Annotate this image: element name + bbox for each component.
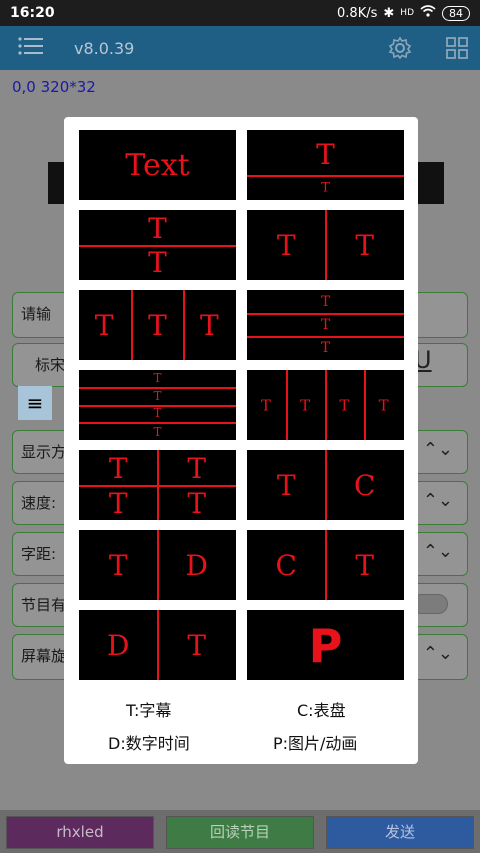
signal-icon: HD bbox=[400, 8, 414, 18]
layout-tile-d-t[interactable]: D T bbox=[79, 610, 236, 680]
grid-icon[interactable] bbox=[446, 37, 468, 63]
coords-readout: 0,0 320*32 bbox=[12, 78, 96, 96]
tile-letter: T bbox=[320, 293, 331, 310]
tile-letter: T bbox=[339, 396, 350, 415]
tile-letter: T bbox=[320, 317, 331, 333]
tile-letter: T bbox=[378, 396, 389, 415]
tile-letter: T bbox=[153, 388, 162, 403]
row-label: 屏幕旋 bbox=[21, 647, 67, 665]
tile-letter: T bbox=[276, 229, 296, 263]
tile-divider bbox=[247, 336, 404, 338]
chevron-updown-icon: ⌃⌄ bbox=[422, 541, 453, 562]
tile-letter: T bbox=[199, 309, 219, 343]
tile-letter: D bbox=[107, 629, 130, 663]
tile-divider bbox=[325, 450, 327, 520]
row-label: 标宋 bbox=[35, 356, 66, 374]
tile-divider bbox=[157, 610, 159, 680]
layout-tile-t-top-large[interactable]: T T bbox=[247, 130, 404, 200]
layout-tile-p[interactable]: P bbox=[247, 610, 404, 680]
tile-divider bbox=[157, 450, 159, 520]
align-left-icon[interactable]: ≡ bbox=[18, 386, 52, 420]
status-indicators: 0.8K/s ✱ HD 84 bbox=[337, 5, 470, 21]
row-label: 字距: bbox=[21, 545, 57, 563]
tile-letter: T bbox=[148, 246, 167, 280]
tile-letter: T bbox=[108, 486, 128, 520]
tile-letter: D bbox=[185, 549, 208, 583]
layout-tile-t-two-cols[interactable]: T T bbox=[247, 210, 404, 280]
layout-tile-text[interactable]: Text bbox=[79, 130, 236, 200]
rhxled-button[interactable]: rhxled bbox=[6, 816, 154, 849]
tile-letter: C bbox=[275, 549, 297, 583]
layout-tile-t-three-cols[interactable]: T T T bbox=[79, 290, 236, 360]
app-title: v8.0.39 bbox=[74, 38, 135, 58]
gear-icon[interactable] bbox=[388, 36, 412, 64]
tile-letter: T bbox=[187, 629, 207, 663]
menu-icon[interactable] bbox=[18, 37, 46, 59]
tile-divider bbox=[247, 175, 404, 177]
read-back-button[interactable]: 回读节目 bbox=[166, 816, 314, 849]
row-label: 速度: bbox=[21, 494, 57, 512]
tile-letter: T bbox=[187, 451, 207, 485]
tile-letter: T bbox=[316, 137, 335, 171]
tile-letter: T bbox=[108, 549, 128, 583]
tile-letter: T bbox=[153, 424, 162, 439]
chevron-updown-icon: ⌃⌄ bbox=[422, 643, 453, 664]
tile-divider bbox=[325, 530, 327, 600]
battery-icon: 84 bbox=[442, 5, 470, 21]
tile-letter: T bbox=[355, 549, 375, 583]
tile-letter: T bbox=[148, 309, 167, 343]
layout-tile-t-two-rows[interactable]: T T bbox=[79, 210, 236, 280]
tile-divider bbox=[183, 290, 185, 360]
bluetooth-icon: ✱ bbox=[383, 5, 395, 21]
tile-divider bbox=[364, 370, 366, 440]
tile-text-label: Text bbox=[125, 148, 190, 184]
tile-letter: T bbox=[153, 370, 162, 385]
tile-letter: T bbox=[320, 340, 331, 357]
legend-c: C:表盘 bbox=[297, 701, 346, 720]
layout-tile-c-t[interactable]: C T bbox=[247, 530, 404, 600]
tile-letter: T bbox=[355, 229, 375, 263]
layout-tile-t-d[interactable]: T D bbox=[79, 530, 236, 600]
tile-letter: C bbox=[354, 469, 376, 503]
row-label: 请输 bbox=[21, 305, 52, 323]
tile-divider bbox=[79, 422, 236, 424]
app-bar: v8.0.39 bbox=[0, 26, 480, 70]
tile-letter: T bbox=[260, 396, 271, 415]
tile-letter: T bbox=[148, 211, 167, 245]
layout-tile-t-four-rows[interactable]: T T T T bbox=[79, 370, 236, 440]
tile-letter: T bbox=[153, 406, 162, 421]
layout-picker-dialog: Text T T T T T T T T T T T T T T T T T T… bbox=[64, 117, 418, 764]
layout-tile-t-three-rows[interactable]: T T T bbox=[247, 290, 404, 360]
wifi-icon bbox=[420, 5, 436, 21]
tile-divider bbox=[247, 313, 404, 315]
tile-letter: T bbox=[108, 451, 128, 485]
legend-p: P:图片/动画 bbox=[273, 734, 358, 753]
tile-divider bbox=[131, 290, 133, 360]
tile-divider bbox=[157, 530, 159, 600]
send-button[interactable]: 发送 bbox=[326, 816, 474, 849]
chevron-updown-icon: ⌃⌄ bbox=[422, 490, 453, 511]
layout-tile-t-c[interactable]: T C bbox=[247, 450, 404, 520]
layout-tile-t-quad[interactable]: T T T T bbox=[79, 450, 236, 520]
tile-letter: P bbox=[308, 619, 343, 674]
status-time: 16:20 bbox=[10, 5, 55, 21]
network-speed: 0.8K/s bbox=[337, 5, 378, 21]
tile-letter: T bbox=[300, 396, 311, 415]
row-label: 节目有 bbox=[21, 596, 67, 614]
tile-letter: T bbox=[321, 180, 330, 196]
chevron-updown-icon: ⌃⌄ bbox=[422, 439, 453, 460]
tile-divider bbox=[325, 370, 327, 440]
tile-divider bbox=[286, 370, 288, 440]
legend-t: T:字幕 bbox=[126, 701, 172, 720]
tile-divider bbox=[325, 210, 327, 280]
row-label: 显示方 bbox=[21, 443, 67, 461]
legend-d: D:数字时间 bbox=[108, 734, 190, 753]
tile-letter: T bbox=[276, 469, 296, 503]
tile-letter: T bbox=[94, 309, 114, 343]
tile-letter: T bbox=[187, 486, 207, 520]
layout-tile-t-four-cols[interactable]: T T T T bbox=[247, 370, 404, 440]
status-bar: 16:20 0.8K/s ✱ HD 84 bbox=[0, 0, 480, 26]
